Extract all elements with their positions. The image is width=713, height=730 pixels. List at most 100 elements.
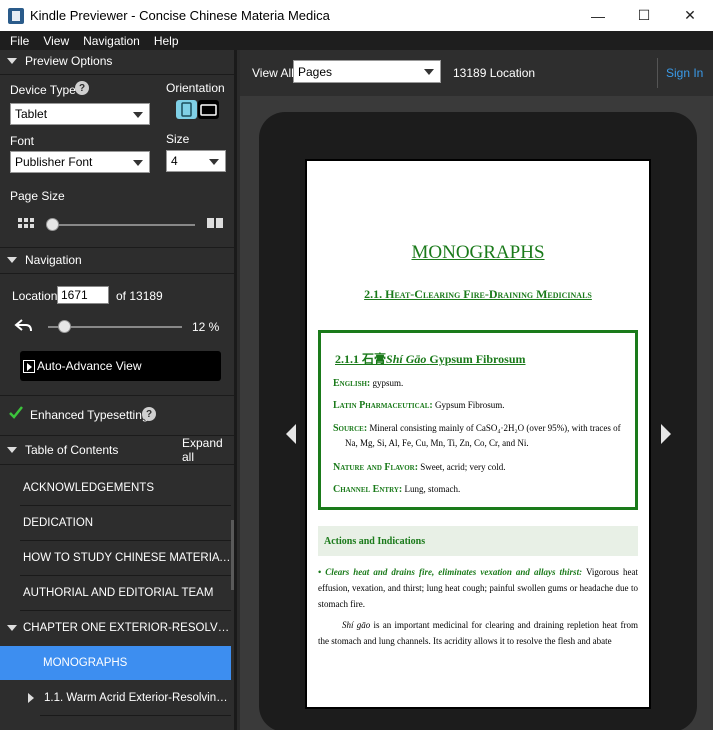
device-type-value: Tablet — [15, 107, 48, 121]
menu-help[interactable]: Help — [154, 34, 179, 48]
location-input[interactable]: 1671 — [57, 286, 109, 304]
orientation-label: Orientation — [166, 81, 225, 95]
portrait-orientation-button[interactable] — [176, 100, 197, 119]
toc-label: Table of Contents — [25, 443, 119, 457]
location-count: 13189 Location — [453, 66, 536, 80]
channel-field: Channel Entry: Lung, stomach. — [333, 482, 629, 497]
divider — [0, 273, 234, 274]
toc-item-active[interactable]: MONOGRAPHS — [0, 646, 231, 680]
location-label: Location — [12, 289, 58, 303]
actions-heading: Actions and Indications — [324, 535, 426, 547]
field-label: Latin Pharmaceutical: — [333, 400, 433, 411]
toc-item-label: MONOGRAPHS — [43, 657, 128, 669]
toc-item-label: CHAPTER ONE EXTERIOR-RESOLVING M... — [23, 622, 231, 634]
navigation-header[interactable]: Navigation — [0, 249, 234, 271]
divider — [0, 247, 234, 248]
toc-item-label: 1.1. Warm Acrid Exterior-Resolving ... — [44, 692, 231, 704]
enhanced-typesetting-label: Enhanced Typesetting — [30, 408, 149, 422]
font-value: Publisher Font — [15, 155, 93, 169]
actions-heading-bar: Actions and Indications — [318, 526, 638, 556]
toc-item-label: HOW TO STUDY CHINESE MATERIA ME... — [23, 552, 231, 564]
collapse-arrow-icon — [7, 58, 17, 64]
entry-title: 2.1.1 石膏Shí Gāo Gypsum Fibrosum — [335, 350, 526, 367]
back-arrow-icon[interactable] — [14, 318, 34, 334]
chevron-down-icon — [133, 160, 143, 166]
toc-item-label: DEDICATION — [23, 517, 94, 529]
monograph-box: 2.1.1 石膏Shí Gāo Gypsum Fibrosum English:… — [318, 330, 638, 510]
device-type-label: Device Type — [10, 83, 76, 97]
toc-item[interactable]: CHAPTER ONE EXTERIOR-RESOLVING M... — [0, 611, 231, 645]
title-bar: Kindle Previewer - Concise Chinese Mater… — [0, 0, 713, 31]
small-grid-icon — [18, 218, 34, 228]
field-value: gypsum. — [372, 378, 404, 388]
toc-item-label: ACKNOWLEDGEMENTS — [23, 482, 154, 494]
minimize-button[interactable]: — — [575, 0, 621, 31]
device-type-select[interactable]: Tablet — [10, 103, 150, 125]
field-label: Channel Entry: — [333, 484, 403, 495]
auto-advance-button[interactable]: Auto-Advance View — [20, 351, 221, 381]
field-value: Lung, stomach. — [404, 484, 461, 494]
field-value: Na, Mg, Si, Al, Fe, Cu, Mn, Ti, Zn, Co, … — [345, 438, 529, 448]
previous-page-icon[interactable] — [284, 423, 298, 445]
menu-navigation[interactable]: Navigation — [83, 34, 140, 48]
expand-arrow-icon[interactable] — [28, 693, 34, 703]
divider — [0, 464, 234, 465]
body-paragraph: Shí gāo is an important medicinal for cl… — [318, 617, 638, 649]
toc-item[interactable]: 1.1. Warm Acrid Exterior-Resolving ... — [0, 681, 231, 715]
menu-file[interactable]: File — [10, 34, 29, 48]
size-label: Size — [166, 132, 190, 146]
left-panel: Preview Options Device Type ? Orientatio… — [0, 50, 237, 730]
preview-toolbar: View All Pages 13189 Location Sign In — [240, 50, 713, 96]
menu-view[interactable]: View — [43, 34, 69, 48]
help-icon[interactable]: ? — [142, 407, 156, 421]
landscape-orientation-button[interactable] — [198, 100, 219, 119]
divider — [40, 715, 231, 716]
field-value: Gypsum Fibrosum. — [435, 400, 505, 410]
toc-header[interactable]: Table of Contents Expand all — [0, 436, 234, 464]
latin-field: Latin Pharmaceutical: Gypsum Fibrosum. — [333, 398, 629, 413]
navigation-label: Navigation — [25, 253, 82, 267]
large-grid-icon — [207, 218, 223, 228]
expand-all-link[interactable]: Expand all — [182, 436, 234, 464]
maximize-button[interactable]: ☐ — [621, 0, 667, 31]
indication-paragraph: • Clears heat and drains fire, eliminate… — [318, 564, 638, 612]
window-controls: — ☐ ✕ — [575, 0, 713, 31]
field-label: Source: — [333, 423, 368, 434]
herb-name: Shí gāo — [342, 620, 371, 630]
toc-scrollbar[interactable] — [231, 520, 234, 590]
chevron-down-icon — [209, 159, 219, 165]
size-value: 4 — [171, 154, 178, 168]
collapse-arrow-icon — [7, 447, 17, 453]
preview-options-label: Preview Options — [25, 54, 113, 68]
toc-item[interactable]: DEDICATION — [0, 506, 231, 540]
source-field: Source: Mineral consisting mainly of CaS… — [333, 421, 629, 451]
section-heading: 2.1. Heat-Clearing Fire-Draining Medicin… — [364, 287, 592, 301]
close-button[interactable]: ✕ — [667, 0, 713, 31]
sign-in-link[interactable]: Sign In — [666, 66, 703, 80]
field-label: English: — [333, 378, 371, 389]
chevron-down-icon — [424, 69, 434, 75]
font-label: Font — [10, 134, 35, 148]
english-field: English: gypsum. — [333, 376, 629, 391]
location-slider-thumb[interactable] — [58, 320, 72, 333]
checkmark-icon — [9, 406, 23, 419]
toc-item[interactable]: ACKNOWLEDGEMENTS — [0, 471, 231, 505]
preview-options-header[interactable]: Preview Options — [0, 50, 234, 72]
toc-item[interactable]: AUTHORIAL AND EDITORIAL TEAM — [0, 576, 231, 610]
page-size-slider[interactable] — [48, 224, 195, 226]
collapse-arrow-icon — [7, 257, 17, 263]
size-select[interactable]: 4 — [166, 150, 226, 172]
next-page-icon[interactable] — [659, 423, 673, 445]
toc-item[interactable]: HOW TO STUDY CHINESE MATERIA ME... — [0, 541, 231, 575]
entry-name: Gypsum Fibrosum — [429, 352, 526, 366]
view-all-label: View All — [252, 66, 294, 80]
play-icon — [23, 359, 35, 373]
page-size-slider-thumb[interactable] — [46, 218, 60, 231]
entry-number: 2.1.1 石膏 — [335, 352, 387, 366]
expand-arrow-icon[interactable] — [7, 625, 17, 631]
help-icon[interactable]: ? — [75, 81, 89, 95]
font-select[interactable]: Publisher Font — [10, 151, 150, 173]
view-mode-select[interactable]: Pages — [293, 60, 441, 83]
toolbar-divider — [657, 58, 658, 88]
page-size-label: Page Size — [10, 189, 65, 203]
